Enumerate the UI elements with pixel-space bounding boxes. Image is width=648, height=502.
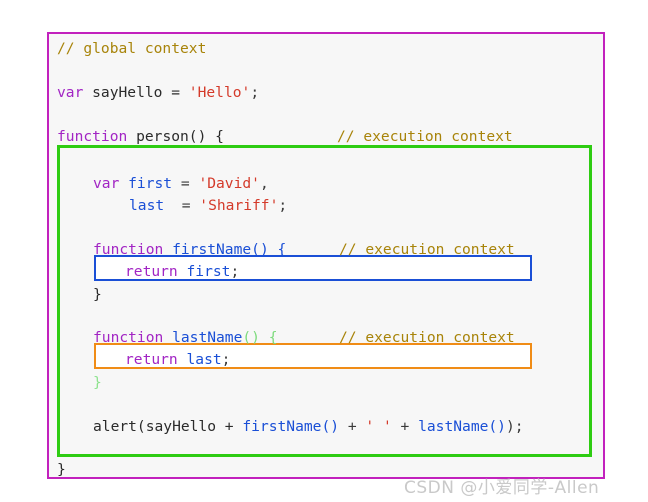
semicolon: ; (250, 84, 260, 101)
var-keyword: var (57, 84, 84, 101)
function-keyword: function (57, 128, 128, 145)
screenshot-root: // global context var sayHello = 'Hello'… (0, 0, 648, 502)
sayhello-identifier: sayHello = (83, 84, 189, 101)
code-line-3: var sayHello = 'Hello'; (57, 82, 259, 104)
global-context-comment: // global context (57, 40, 207, 57)
green-execution-context-box (57, 145, 592, 457)
csdn-watermark: CSDN @小爱同学-Allen (404, 478, 600, 498)
person-closing-brace: } (57, 461, 66, 478)
execution-context-comment-1: // execution context (337, 128, 513, 145)
orange-return-last-box (94, 343, 532, 369)
code-line-1: // global context (57, 38, 206, 60)
code-line-20: } (57, 459, 66, 481)
blue-return-first-box (94, 255, 532, 281)
code-panel: // global context var sayHello = 'Hello'… (47, 32, 605, 479)
person-identifier: person() { (127, 128, 224, 145)
hello-string: 'Hello' (188, 84, 251, 101)
